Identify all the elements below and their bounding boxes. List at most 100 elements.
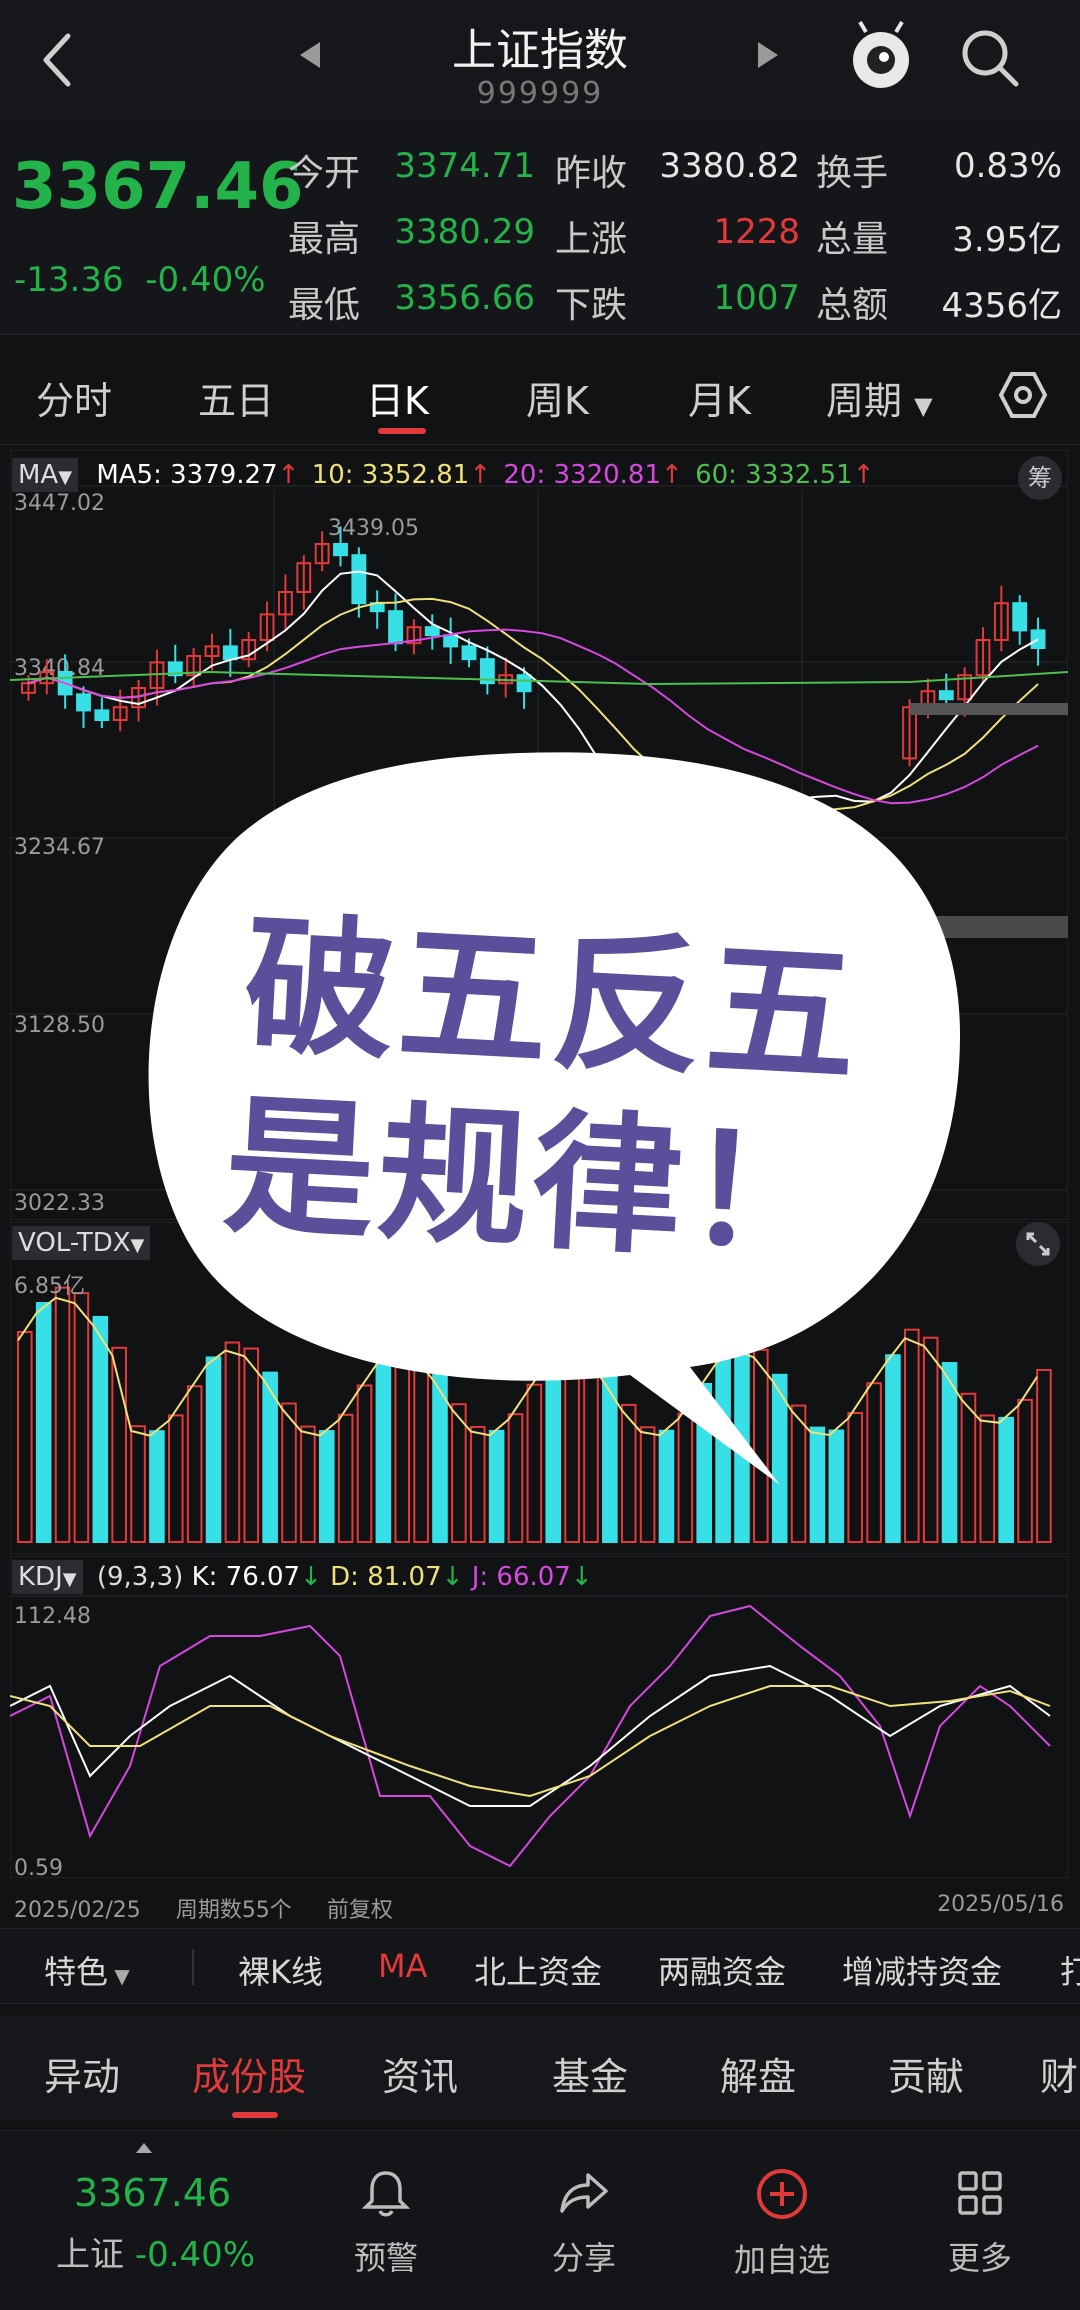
feature-more[interactable]: 打 bbox=[1060, 1947, 1080, 1993]
alert-button[interactable]: 预警 bbox=[316, 2167, 456, 2279]
bubble-text-line2: 是规律！ bbox=[220, 1078, 845, 1285]
period-count: 周期数55个 bbox=[175, 1898, 292, 1923]
feature-ma[interactable]: MA bbox=[378, 1947, 428, 1985]
change-percent: -0.40% bbox=[145, 260, 266, 300]
volume-bar bbox=[1017, 1398, 1033, 1543]
quote-value: 3374.71 bbox=[394, 146, 535, 186]
caret-down-icon: ▼ bbox=[58, 467, 73, 488]
ma-selector[interactable]: MA▼ bbox=[12, 458, 79, 492]
bottom-price: 3367.46 bbox=[74, 2171, 232, 2215]
caret-up-icon[interactable] bbox=[134, 2141, 154, 2155]
subtab-contribution[interactable]: 贡献 bbox=[888, 2046, 964, 2101]
date-axis: 2025/02/25 周期数55个 前复权 2025/05/16 bbox=[14, 1892, 1070, 1924]
volume-bar bbox=[111, 1346, 127, 1543]
subtab-news[interactable]: 资讯 bbox=[382, 2046, 458, 2101]
mascot-icon[interactable] bbox=[846, 20, 916, 92]
quote-value: 1228 bbox=[713, 212, 800, 252]
feature-northbound[interactable]: 北上资金 bbox=[474, 1947, 602, 1993]
subtab-movement[interactable]: 异动 bbox=[44, 2046, 120, 2101]
kdj-j-line bbox=[9, 1604, 1051, 1868]
quote-label: 今开 bbox=[288, 153, 361, 194]
feature-holdings-change[interactable]: 增减持资金 bbox=[842, 1947, 1002, 1993]
share-label: 分享 bbox=[551, 2239, 616, 2277]
quote-value: 3356.66 bbox=[394, 278, 535, 318]
quote-value: 3.95亿 bbox=[952, 220, 1062, 260]
quote-label: 换手 bbox=[816, 153, 889, 194]
ma20-up-arrow-icon: ↑ bbox=[661, 460, 683, 490]
kdj-k-value: K: 76.07 bbox=[191, 1562, 301, 1592]
expand-icon[interactable] bbox=[1014, 1220, 1062, 1268]
feature-margin[interactable]: 两融资金 bbox=[658, 1947, 786, 1993]
next-stock-icon[interactable] bbox=[756, 40, 780, 70]
candle-body bbox=[351, 554, 367, 605]
kdj-legend: KDJ▼ (9,3,3) K: 76.07↓ D: 81.07↓ J: 66.0… bbox=[12, 1560, 593, 1594]
kdj-y-bottom: 0.59 bbox=[14, 1856, 63, 1881]
volume-bar bbox=[73, 1292, 90, 1543]
candle-body bbox=[424, 626, 440, 637]
candle-body bbox=[516, 674, 532, 693]
ma60-value: 60: 3332.51 bbox=[695, 460, 853, 490]
tab-intraday[interactable]: 分时 bbox=[36, 370, 112, 425]
candle-body bbox=[1030, 629, 1046, 649]
subtab-finance[interactable]: 财 bbox=[1040, 2046, 1078, 2101]
kdj-d-value: D: 81.07 bbox=[330, 1562, 442, 1592]
candle-body bbox=[461, 645, 477, 661]
kdj-y-top: 112.48 bbox=[14, 1604, 91, 1629]
volume-bar bbox=[979, 1414, 996, 1543]
plus-circle-icon bbox=[757, 2169, 807, 2219]
settings-hexagon-icon[interactable] bbox=[998, 370, 1048, 420]
kdj-selector[interactable]: KDJ▼ bbox=[12, 1560, 83, 1594]
kdj-k-line bbox=[9, 1664, 1051, 1807]
volume-bar bbox=[92, 1315, 109, 1543]
volume-bar bbox=[17, 1331, 33, 1543]
subtab-underline bbox=[232, 2112, 278, 2118]
candle-body bbox=[443, 634, 459, 648]
candle-body bbox=[1012, 602, 1028, 632]
bottom-index-pct: -0.40% bbox=[134, 2235, 256, 2275]
feature-divider bbox=[192, 1949, 194, 1985]
subtab-funds[interactable]: 基金 bbox=[552, 2046, 628, 2101]
y-axis-label: 3022.33 bbox=[14, 1191, 105, 1216]
tab-weekly-k[interactable]: 周K bbox=[526, 370, 589, 425]
ma10-value: 10: 3352.81 bbox=[311, 460, 470, 490]
add-watchlist-button[interactable]: 加自选 bbox=[712, 2167, 852, 2281]
ma-selector-label: MA bbox=[18, 460, 59, 490]
volume-bar bbox=[998, 1416, 1014, 1543]
ma20-value: 20: 3320.81 bbox=[503, 460, 662, 490]
chevron-down-icon: ▼ bbox=[914, 392, 933, 420]
share-button[interactable]: 分享 bbox=[514, 2167, 654, 2279]
feature-special[interactable]: 特色 ▼ bbox=[44, 1947, 130, 1993]
chip-button[interactable]: 筹 bbox=[1018, 456, 1062, 500]
subtab-constituents[interactable]: 成份股 bbox=[192, 2046, 306, 2101]
adjust-mode: 前复权 bbox=[326, 1898, 393, 1923]
add-watchlist-label: 加自选 bbox=[733, 2241, 830, 2279]
date-start: 2025/02/25 bbox=[14, 1898, 141, 1923]
kdj-chart[interactable] bbox=[9, 1555, 1069, 1879]
quote-value: 0.83% bbox=[953, 146, 1062, 186]
candle-body bbox=[76, 693, 91, 712]
tab-five-day[interactable]: 五日 bbox=[198, 370, 274, 425]
tab-monthly-k[interactable]: 月K bbox=[688, 370, 751, 425]
stock-code: 999999 bbox=[476, 76, 604, 111]
quote-value: 4356亿 bbox=[941, 286, 1062, 326]
bottom-index: 上证 -0.40% bbox=[56, 2227, 255, 2276]
top-nav: 上证指数 999999 bbox=[0, 0, 1080, 120]
subtab-analysis[interactable]: 解盘 bbox=[720, 2046, 796, 2101]
tab-period[interactable]: 周期 ▼ bbox=[826, 370, 933, 425]
ma5-value: MA5: 3379.27 bbox=[96, 460, 278, 490]
quote-label: 上涨 bbox=[555, 219, 628, 260]
candle-body bbox=[388, 610, 403, 645]
y-axis-label: 3128.50 bbox=[14, 1013, 105, 1038]
y-axis-label: 3234.67 bbox=[14, 835, 105, 860]
bottom-index-name: 上证 bbox=[56, 2235, 124, 2275]
kdj-d-line bbox=[9, 1685, 1051, 1798]
quote-label: 昨收 bbox=[555, 153, 628, 194]
candle-body bbox=[333, 543, 348, 557]
vol-max-label: 6.85亿 bbox=[14, 1274, 85, 1299]
tab-daily-k[interactable]: 日K bbox=[366, 370, 429, 425]
search-icon[interactable] bbox=[958, 26, 1022, 90]
quote-value: 1007 bbox=[713, 278, 800, 318]
more-button[interactable]: 更多 bbox=[910, 2167, 1050, 2279]
feature-naked-k[interactable]: 裸K线 bbox=[238, 1947, 323, 1993]
feature-special-label: 特色 bbox=[44, 1953, 109, 1991]
